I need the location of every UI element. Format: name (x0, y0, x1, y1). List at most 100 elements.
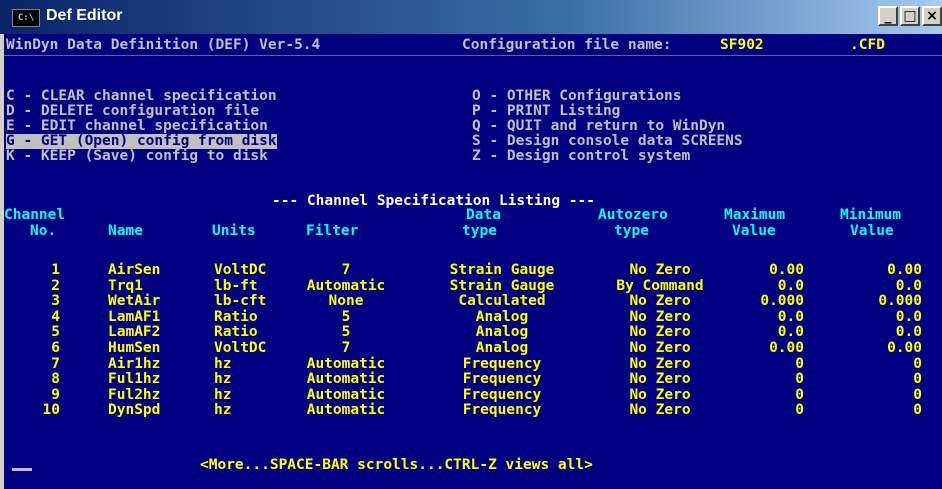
row-units: hz (214, 355, 232, 372)
row-max: 0 (795, 402, 804, 419)
col-channel-2: No. (30, 223, 57, 239)
console-screen[interactable]: WinDyn Data Definition (DEF) Ver-5.4 Con… (4, 34, 942, 489)
row-units: lb-ft (214, 277, 258, 294)
console-icon[interactable]: C:\ (12, 9, 40, 27)
row-min: 0.0 (895, 324, 922, 341)
row-autozero: By Command (616, 277, 704, 294)
row-max: 0.00 (769, 262, 804, 278)
row-filter: Automatic (306, 386, 386, 403)
row-name: LamAF2 (108, 324, 161, 341)
row-filter: Automatic (306, 402, 386, 419)
row-min: 0 (913, 355, 922, 372)
minimize-button[interactable]: _ (878, 6, 898, 26)
row-name: Ful1hz (108, 371, 161, 388)
col-min-2: Value (850, 223, 894, 239)
row-max: 0.00 (769, 340, 804, 356)
menu-get[interactable]: G - GET (Open) config from disk (6, 134, 277, 149)
menu-delete[interactable]: D - DELETE configuration file (6, 104, 259, 119)
header-divider (4, 55, 942, 56)
row-data-type: Frequency (462, 355, 542, 372)
table-row[interactable]: 3 WetAir lb-cft None Calculated No Zero 0.000 0… (4, 293, 942, 310)
col-max-2: Value (732, 223, 776, 239)
table-row[interactable]: 9 Ful2hz hz Automatic Frequency No Zero 0 0 (4, 386, 942, 403)
row-no: 7 (51, 355, 60, 372)
row-filter: 5 (341, 324, 351, 341)
row-max: 0 (795, 371, 804, 388)
console-window: C:\ Def Editor _ □ × WinDyn Data Definit… (0, 0, 942, 489)
table-row[interactable]: 8 Ful1hz hz Automatic Frequency No Zero 0 0 (4, 371, 942, 388)
table-row[interactable]: 2 Trq1 lb-ft Automatic Strain Gauge By Comman… (4, 277, 942, 294)
listing-title: --- Channel Specification Listing --- (272, 193, 596, 209)
row-max: 0.000 (760, 293, 804, 310)
col-name: Name (108, 223, 143, 239)
row-data-type: Frequency (462, 402, 542, 419)
row-min: 0 (913, 402, 922, 419)
row-data-type: Calculated (458, 293, 546, 310)
row-no: 9 (51, 386, 60, 403)
close-button[interactable]: × (922, 6, 942, 26)
row-max: 0.0 (777, 308, 804, 325)
row-units: lb-cft (214, 293, 267, 310)
row-data-type: Strain Gauge (449, 277, 555, 294)
table-row[interactable]: 5 LamAF2 Ratio 5 Analog No Zero 0.0 0.0 (4, 324, 942, 341)
text-cursor (12, 468, 32, 471)
col-auto-2: type (614, 223, 649, 239)
table-row[interactable]: 10 DynSpd hz Automatic Frequency No Zero 0 0 (4, 402, 942, 419)
col-data-2: type (462, 223, 497, 239)
menu-edit[interactable]: E - EDIT channel specification (6, 119, 268, 134)
table-row[interactable]: 1 AirSen VoltDC 7 Strain Gauge No Zero 0.00 0.0… (4, 262, 942, 278)
row-max: 0 (795, 355, 804, 372)
col-max-1: Maximum (724, 207, 786, 223)
row-no: 6 (51, 340, 60, 356)
menu-control[interactable]: Z - Design control system (472, 149, 690, 164)
row-filter: 7 (341, 262, 351, 278)
menu-other[interactable]: O - OTHER Configurations (472, 89, 682, 104)
row-filter: Automatic (306, 355, 386, 372)
row-min: 0 (913, 386, 922, 403)
row-autozero: No Zero (629, 340, 691, 356)
col-filter: Filter (306, 223, 359, 239)
row-no: 10 (42, 402, 60, 419)
row-name: AirSen (108, 262, 161, 278)
table-row[interactable]: 6 HumSen VoltDC 7 Analog No Zero 0.00 0.00 (4, 340, 942, 356)
menu-clear[interactable]: C - CLEAR channel specification (6, 89, 277, 104)
table-row[interactable]: 4 LamAF1 Ratio 5 Analog No Zero 0.0 0.0 (4, 308, 942, 325)
config-label: Configuration file name: (462, 37, 672, 53)
table-row[interactable]: 7 Air1hz hz Automatic Frequency No Zero 0 0 (4, 355, 942, 372)
row-name: Ful2hz (108, 386, 161, 403)
row-data-type: Strain Gauge (449, 262, 555, 278)
menu-keep[interactable]: K - KEEP (Save) config to disk (6, 149, 268, 164)
window-title: Def Editor (46, 7, 123, 24)
row-max: 0 (795, 386, 804, 403)
row-autozero: No Zero (629, 324, 691, 341)
config-file-ext: .CFD (850, 37, 885, 53)
row-filter: 7 (341, 340, 351, 356)
menu-print[interactable]: P - PRINT Listing (472, 104, 620, 119)
row-autozero: No Zero (629, 386, 691, 403)
row-no: 4 (51, 308, 60, 325)
menu-quit[interactable]: Q - QUIT and return to WinDyn (472, 119, 725, 134)
row-data-type: Analog (475, 340, 529, 356)
row-min: 0.0 (895, 277, 922, 294)
row-autozero: No Zero (629, 293, 691, 310)
menu-screens[interactable]: S - Design console data SCREENS (472, 134, 743, 149)
maximize-button[interactable]: □ (900, 6, 920, 26)
row-autozero: No Zero (629, 402, 691, 419)
row-autozero: No Zero (629, 371, 691, 388)
row-max: 0.0 (777, 324, 804, 341)
row-name: LamAF1 (108, 308, 161, 325)
row-data-type: Frequency (462, 371, 542, 388)
row-min: 0 (913, 371, 922, 388)
title-bar[interactable]: C:\ Def Editor _ □ × (0, 0, 942, 34)
row-name: DynSpd (108, 402, 161, 419)
row-name: HumSen (108, 340, 161, 356)
row-name: Air1hz (108, 355, 161, 372)
row-units: VoltDC (214, 262, 267, 278)
row-filter: None (328, 293, 364, 310)
row-data-type: Analog (475, 324, 529, 341)
row-no: 3 (51, 293, 60, 310)
program-version: WinDyn Data Definition (DEF) Ver-5.4 (6, 37, 321, 53)
row-data-type: Analog (475, 308, 529, 325)
row-min: 0.00 (887, 340, 922, 356)
col-auto-1: Autozero (598, 207, 668, 223)
